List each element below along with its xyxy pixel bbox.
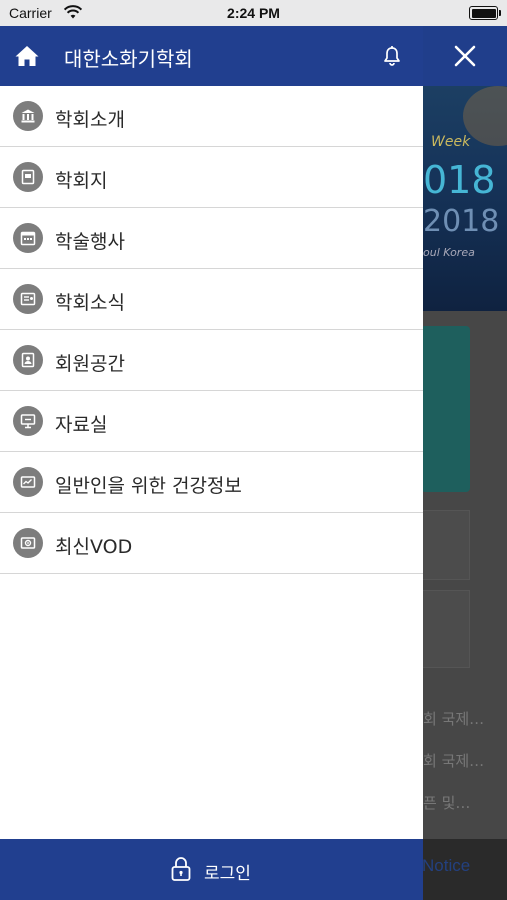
- battery-tip: [499, 10, 501, 16]
- home-button[interactable]: [14, 44, 40, 68]
- menu-item-journal[interactable]: 학회지: [0, 147, 423, 208]
- notice-label: Notice: [422, 856, 471, 875]
- close-icon: [454, 45, 476, 67]
- menu-item-label: 학회소개: [55, 109, 125, 131]
- menu-item-society-news[interactable]: 학회소식: [0, 269, 423, 330]
- bell-icon: [384, 46, 400, 66]
- background-notice-tab: Notice: [422, 839, 507, 900]
- menu-item-archive[interactable]: 자료실: [0, 391, 423, 452]
- menu-item-label: 학회소식: [55, 292, 125, 314]
- status-bar: Carrier 2:24 PM: [0, 0, 507, 26]
- menu-item-academic-events[interactable]: 학술행사: [0, 208, 423, 269]
- news-icon: [13, 284, 43, 314]
- close-drawer-button[interactable]: [445, 36, 485, 76]
- background-list-line: 회 국제…: [423, 752, 485, 770]
- background-banner: Week 018 2018 oul Korea: [423, 86, 507, 311]
- member-icon: [13, 345, 43, 375]
- background-list-line: 픈 및…: [423, 794, 471, 812]
- background-teal-card: [421, 326, 470, 492]
- drawer-header: 대한소화기학회: [0, 26, 423, 86]
- menu-item-label: 자료실: [55, 414, 108, 436]
- drawer-menu: 학회소개 학회지 학술행사 학회소식 회원공간 자료실 일반인을 위한 건강정보…: [0, 86, 423, 574]
- background-card: [421, 510, 470, 580]
- menu-item-member-space[interactable]: 회원공간: [0, 330, 423, 391]
- health-info-icon: [13, 467, 43, 497]
- login-label: 로그인: [204, 864, 251, 884]
- menu-item-society-intro[interactable]: 학회소개: [0, 86, 423, 147]
- menu-item-label: 최신VOD: [55, 536, 133, 558]
- calendar-icon: [13, 223, 43, 253]
- drawer-footer: 로그인: [0, 839, 423, 900]
- drawer-title: 대한소화기학회: [64, 47, 193, 71]
- journal-icon: [13, 162, 43, 192]
- status-time: 2:24 PM: [227, 5, 280, 21]
- login-button[interactable]: 로그인: [0, 839, 423, 900]
- banner-week-text: Week: [431, 134, 471, 150]
- battery-icon: [469, 6, 498, 20]
- menu-item-label: 학회지: [55, 170, 108, 192]
- notification-button[interactable]: [381, 45, 403, 67]
- menu-item-label: 회원공간: [55, 353, 125, 375]
- archive-icon: [13, 406, 43, 436]
- video-icon: [13, 528, 43, 558]
- building-icon: [13, 101, 43, 131]
- navigation-drawer: 대한소화기학회 학회소개 학회지 학술행사 학회소식 회원공간 자료실 일반인을…: [0, 26, 423, 900]
- home-icon: [15, 46, 39, 66]
- banner-year: 2018: [423, 204, 500, 239]
- menu-item-health-info[interactable]: 일반인을 위한 건강정보: [0, 452, 423, 513]
- banner-location: oul Korea: [423, 246, 475, 259]
- background-list-line: 회 국제…: [423, 710, 485, 728]
- menu-item-label: 학술행사: [55, 231, 125, 253]
- menu-item-label: 일반인을 위한 건강정보: [55, 475, 242, 497]
- lock-icon: [171, 857, 191, 881]
- background-card: [421, 590, 470, 668]
- banner-year-large: 018: [423, 158, 496, 202]
- menu-item-latest-vod[interactable]: 최신VOD: [0, 513, 423, 574]
